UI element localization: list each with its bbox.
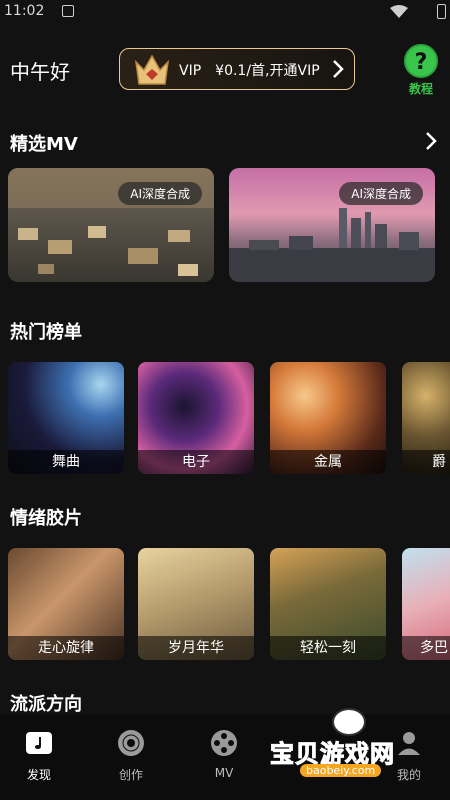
chart-card-electronic[interactable]: 电子	[138, 362, 254, 474]
status-time: 11:02	[4, 3, 45, 19]
mood-card-label: 岁月年华	[138, 636, 254, 660]
section-title-mood-film: 情绪胶片	[10, 508, 82, 529]
mood-card-label: 轻松一刻	[270, 636, 386, 660]
film-reel-icon	[189, 728, 259, 758]
battery-icon	[437, 4, 446, 19]
chart-card-jazz[interactable]: 爵	[402, 362, 450, 474]
section-title-featured-mv: 精选MV	[10, 134, 78, 155]
ai-badge: AI深度合成	[118, 182, 202, 205]
tab-mv[interactable]: MV	[189, 728, 259, 780]
mood-card-label: 走心旋律	[8, 636, 124, 660]
section-title-genre: 流派方向	[10, 694, 82, 715]
vip-crown-icon	[134, 54, 170, 85]
greeting-text: 中午好	[10, 60, 70, 84]
mood-card-relax[interactable]: 轻松一刻	[270, 548, 386, 660]
mood-card-label: 多巴	[402, 636, 450, 660]
tab-create[interactable]: 创作	[96, 728, 166, 783]
tab-label: MV	[214, 766, 234, 780]
mv-card-2[interactable]: AI深度合成	[229, 168, 435, 282]
chart-card-metal[interactable]: 金属	[270, 362, 386, 474]
mascot-icon	[332, 708, 366, 736]
section-title-hot-charts: 热门榜单	[10, 322, 82, 343]
question-icon: ?	[404, 44, 438, 78]
mv-card-1[interactable]: AI深度合成	[8, 168, 214, 282]
status-bar: 11:02	[0, 0, 450, 24]
tutorial-button[interactable]: ? 教程	[402, 44, 440, 97]
chart-card-dance[interactable]: 舞曲	[8, 362, 124, 474]
mood-card-years[interactable]: 岁月年华	[138, 548, 254, 660]
tab-label: 创作	[118, 768, 143, 782]
vip-banner[interactable]: VIP ¥0.1/首,开通VIP	[119, 48, 355, 90]
vip-label: VIP	[179, 63, 202, 79]
vinyl-disc-icon	[96, 728, 166, 758]
tab-discover[interactable]: 发现	[4, 728, 74, 783]
chevron-right-icon	[333, 60, 344, 78]
chart-card-label: 爵	[402, 450, 450, 474]
watermark: 宝贝游戏网 baobeiy.com	[270, 704, 450, 784]
notification-icon	[62, 5, 74, 17]
music-note-icon	[4, 728, 74, 758]
chart-card-label: 舞曲	[8, 450, 124, 474]
mood-card-dopamine[interactable]: 多巴	[402, 548, 450, 660]
chart-card-label: 电子	[138, 450, 254, 474]
mood-card-heartfelt[interactable]: 走心旋律	[8, 548, 124, 660]
vip-price: ¥0.1/首,开通VIP	[215, 63, 320, 79]
tab-label: 发现	[26, 768, 51, 782]
tutorial-label: 教程	[408, 82, 433, 96]
wifi-icon	[390, 5, 408, 18]
ai-badge: AI深度合成	[339, 182, 423, 205]
watermark-url: baobeiy.com	[300, 764, 382, 777]
chevron-right-icon[interactable]	[424, 130, 438, 152]
chart-card-label: 金属	[270, 450, 386, 474]
